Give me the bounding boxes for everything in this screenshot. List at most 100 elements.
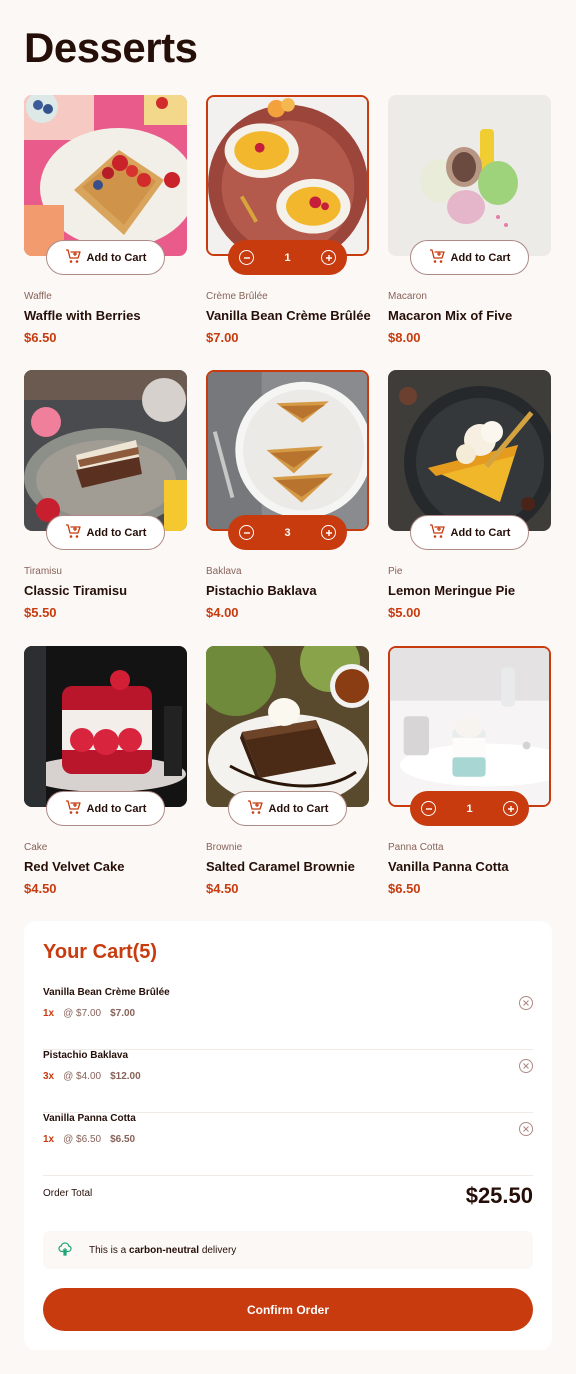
cart-item-details: 3x @ $4.00 $12.00 <box>43 1071 141 1082</box>
cart-item-unit-price: @ $6.50 <box>63 1134 102 1145</box>
add-to-cart-button[interactable]: Add to Cart <box>46 791 165 826</box>
quantity-value: 3 <box>284 526 291 539</box>
product-image <box>24 95 187 256</box>
product-name: Macaron Mix of Five <box>388 308 513 323</box>
product-image <box>24 646 187 807</box>
add-to-cart-label: Add to Cart <box>86 251 147 264</box>
product-card: Add to Cart Waffle Waffle with Berries $… <box>24 95 187 355</box>
cart-item-name: Vanilla Panna Cotta <box>43 1113 136 1124</box>
add-to-cart-button[interactable]: Add to Cart <box>46 240 165 275</box>
add-to-cart-button[interactable]: Add to Cart <box>410 515 529 550</box>
quantity-value: 1 <box>284 251 291 264</box>
product-name: Lemon Meringue Pie <box>388 583 516 598</box>
cart-item-qty: 1x <box>43 1008 55 1019</box>
add-to-cart-button[interactable]: Add to Cart <box>410 240 529 275</box>
confirm-order-button[interactable]: Confirm Order <box>43 1288 533 1331</box>
cart-item-details: 1x @ $7.00 $7.00 <box>43 1008 135 1019</box>
product-name: Classic Tiramisu <box>24 583 128 598</box>
add-to-cart-button[interactable]: Add to Cart <box>46 515 165 550</box>
product-price: $5.00 <box>388 605 421 620</box>
x-circle-icon[interactable] <box>519 996 533 1010</box>
order-total-value: $25.50 <box>465 1183 533 1208</box>
product-category: Cake <box>24 842 48 853</box>
quantity-stepper: 3 <box>228 515 347 550</box>
plus-circle-icon[interactable] <box>321 250 336 265</box>
product-price: $4.00 <box>206 605 239 620</box>
product-price: $4.50 <box>206 881 239 896</box>
product-image <box>388 646 551 807</box>
product-card: 3 Baklava Pistachio Baklava $4.00 <box>206 370 369 630</box>
add-to-cart-label: Add to Cart <box>268 802 329 815</box>
product-price: $6.50 <box>388 881 421 896</box>
cart-item-unit-price: @ $4.00 <box>63 1071 102 1082</box>
product-card: Add to Cart Brownie Salted Caramel Brown… <box>206 646 369 906</box>
product-category: Tiramisu <box>24 566 62 577</box>
cart-plus-icon <box>429 523 445 542</box>
cart-plus-icon <box>429 248 445 267</box>
cart-item-unit-price: @ $7.00 <box>63 1008 102 1019</box>
cart-item-details: 1x @ $6.50 $6.50 <box>43 1134 135 1145</box>
product-category: Panna Cotta <box>388 842 444 853</box>
product-name: Red Velvet Cake <box>24 859 125 874</box>
carbon-neutral-text: This is a carbon-neutral delivery <box>89 1244 237 1256</box>
product-card: Add to Cart Macaron Macaron Mix of Five … <box>388 95 551 355</box>
product-price: $8.00 <box>388 330 421 345</box>
product-name: Vanilla Panna Cotta <box>388 859 509 874</box>
add-to-cart-label: Add to Cart <box>450 251 511 264</box>
cart-item-qty: 1x <box>43 1134 55 1145</box>
plus-circle-icon[interactable] <box>503 801 518 816</box>
product-name: Salted Caramel Brownie <box>206 859 355 874</box>
add-to-cart-label: Add to Cart <box>450 526 511 539</box>
cart-plus-icon <box>65 248 81 267</box>
product-image <box>206 95 369 256</box>
order-total-label: Order Total <box>43 1188 93 1199</box>
product-price: $4.50 <box>24 881 57 896</box>
x-circle-icon[interactable] <box>519 1059 533 1073</box>
cart-plus-icon <box>247 799 263 818</box>
quantity-value: 1 <box>466 802 473 815</box>
product-card: Add to Cart Pie Lemon Meringue Pie $5.00 <box>388 370 551 630</box>
product-name: Vanilla Bean Crème Brûlée <box>206 308 371 323</box>
product-name: Pistachio Baklava <box>206 583 317 598</box>
cart-plus-icon <box>65 523 81 542</box>
x-circle-icon[interactable] <box>519 1122 533 1136</box>
cart-item: Vanilla Panna Cotta 1x @ $6.50 $6.50 <box>43 1113 533 1176</box>
cart-item-name: Vanilla Bean Crème Brûlée <box>43 987 170 998</box>
product-category: Brownie <box>206 842 243 853</box>
plus-circle-icon[interactable] <box>321 525 336 540</box>
product-image <box>388 370 551 531</box>
minus-circle-icon[interactable] <box>239 525 254 540</box>
product-category: Waffle <box>24 291 52 302</box>
add-to-cart-label: Add to Cart <box>86 802 147 815</box>
minus-circle-icon[interactable] <box>421 801 436 816</box>
tree-icon <box>57 1241 73 1260</box>
quantity-stepper: 1 <box>228 240 347 275</box>
product-category: Baklava <box>206 566 242 577</box>
cart-item-total: $7.00 <box>110 1008 136 1019</box>
carbon-neutral-note: This is a carbon-neutral delivery <box>43 1231 533 1269</box>
product-name: Waffle with Berries <box>24 308 141 323</box>
product-image <box>206 370 369 531</box>
add-to-cart-button[interactable]: Add to Cart <box>228 791 347 826</box>
cart-plus-icon <box>65 799 81 818</box>
product-image <box>206 646 369 807</box>
page-title: Desserts <box>24 24 198 71</box>
add-to-cart-label: Add to Cart <box>86 526 147 539</box>
product-category: Macaron <box>388 291 427 302</box>
cart-item-total: $6.50 <box>110 1134 136 1145</box>
cart-item: Vanilla Bean Crème Brûlée 1x @ $7.00 $7.… <box>43 987 533 1050</box>
cart-item-name: Pistachio Baklava <box>43 1050 129 1061</box>
product-category: Crème Brûlée <box>206 291 268 302</box>
product-category: Pie <box>388 566 403 577</box>
product-price: $7.00 <box>206 330 239 345</box>
product-card: 1 Panna Cotta Vanilla Panna Cotta $6.50 <box>388 646 551 906</box>
cart-title: Your Cart(5) <box>43 941 158 963</box>
cart-panel: Your Cart(5) Vanilla Bean Crème Brûlée 1… <box>24 921 552 1350</box>
cart-item: Pistachio Baklava 3x @ $4.00 $12.00 <box>43 1050 533 1113</box>
cart-item-total: $12.00 <box>110 1071 141 1082</box>
cart-item-qty: 3x <box>43 1071 55 1082</box>
product-card: 1 Crème Brûlée Vanilla Bean Crème Brûlée… <box>206 95 371 355</box>
minus-circle-icon[interactable] <box>239 250 254 265</box>
product-card: Add to Cart Tiramisu Classic Tiramisu $5… <box>24 370 187 630</box>
product-card: Add to Cart Cake Red Velvet Cake $4.50 <box>24 646 187 906</box>
